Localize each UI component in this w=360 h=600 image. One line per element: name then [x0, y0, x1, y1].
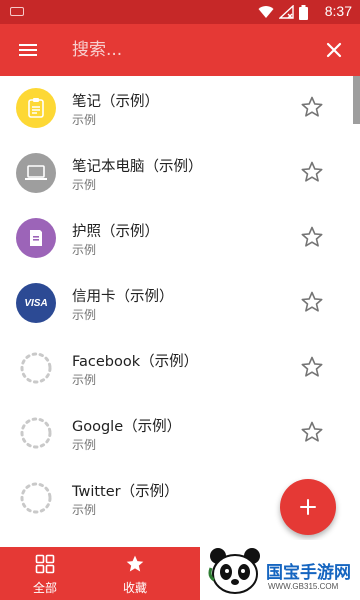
passport-icon — [16, 218, 56, 258]
item-subtitle: 示例 — [72, 178, 97, 192]
watermark-text: 国宝手游网 — [266, 563, 351, 583]
wifi-icon — [258, 6, 274, 19]
item-subtitle: 示例 — [72, 373, 97, 387]
watermark-url: WWW.GB315.COM — [268, 582, 339, 591]
star-icon[interactable] — [300, 225, 324, 249]
laptop-icon — [16, 153, 56, 193]
close-icon[interactable] — [322, 38, 346, 62]
star-icon[interactable] — [300, 290, 324, 314]
keyboard-icon — [10, 7, 24, 16]
grid-icon — [35, 554, 55, 574]
star-icon[interactable] — [300, 355, 324, 379]
panda-logo-icon — [208, 548, 260, 594]
app-bar — [0, 24, 360, 76]
item-subtitle: 示例 — [72, 503, 97, 517]
list-item[interactable]: Facebook（示例） 示例 — [0, 336, 350, 401]
item-title: Twitter（示例） — [72, 484, 179, 500]
no-signal-icon — [279, 5, 294, 19]
star-icon[interactable] — [300, 160, 324, 184]
star-icon[interactable] — [300, 420, 324, 444]
status-bar: 8:37 — [0, 0, 360, 24]
nav-tab-favorites[interactable]: 收藏 — [90, 547, 180, 600]
loading-spinner-icon — [16, 413, 56, 453]
item-title: Facebook（示例） — [72, 354, 199, 370]
item-subtitle: 示例 — [72, 243, 97, 257]
item-title: 护照（示例） — [72, 224, 159, 240]
item-subtitle: 示例 — [72, 308, 97, 322]
entry-list: 笔记（示例） 示例 笔记本电脑（示例） 示例 护照（示例） 示例 VISA 信用… — [0, 76, 360, 546]
hamburger-menu-icon[interactable] — [16, 38, 40, 62]
note-icon — [16, 88, 56, 128]
list-item[interactable]: Google（示例） 示例 — [0, 401, 350, 466]
nav-tab-edge — [180, 547, 200, 600]
list-item[interactable]: 笔记本电脑（示例） 示例 — [0, 141, 350, 206]
search-input[interactable] — [72, 34, 312, 66]
item-title: 笔记（示例） — [72, 94, 159, 110]
visa-card-icon: VISA — [16, 283, 56, 323]
nav-tab-all[interactable]: 全部 — [0, 547, 90, 600]
list-item[interactable]: VISA 信用卡（示例） 示例 — [0, 271, 350, 336]
visa-logo: VISA — [24, 297, 48, 309]
status-icons — [258, 4, 308, 20]
list-item[interactable]: 护照（示例） 示例 — [0, 206, 350, 271]
loading-spinner-icon — [16, 478, 56, 518]
item-title: Google（示例） — [72, 419, 182, 435]
nav-tab-label: 全部 — [32, 581, 57, 595]
item-title: 笔记本电脑（示例） — [72, 159, 203, 175]
item-subtitle: 示例 — [72, 438, 97, 452]
add-button[interactable] — [280, 479, 336, 535]
scrollbar[interactable] — [353, 76, 360, 124]
plus-icon — [300, 499, 316, 515]
nav-tab-label: 收藏 — [122, 581, 147, 595]
battery-icon — [299, 4, 308, 20]
star-icon[interactable] — [300, 95, 324, 119]
clock: 8:37 — [324, 3, 352, 19]
watermark: 国宝手游网 WWW.GB315.COM — [200, 540, 360, 600]
star-icon — [126, 555, 144, 572]
item-subtitle: 示例 — [72, 113, 97, 127]
list-item[interactable]: 笔记（示例） 示例 — [0, 76, 350, 141]
loading-spinner-icon — [16, 348, 56, 388]
item-title: 信用卡（示例） — [72, 289, 174, 305]
